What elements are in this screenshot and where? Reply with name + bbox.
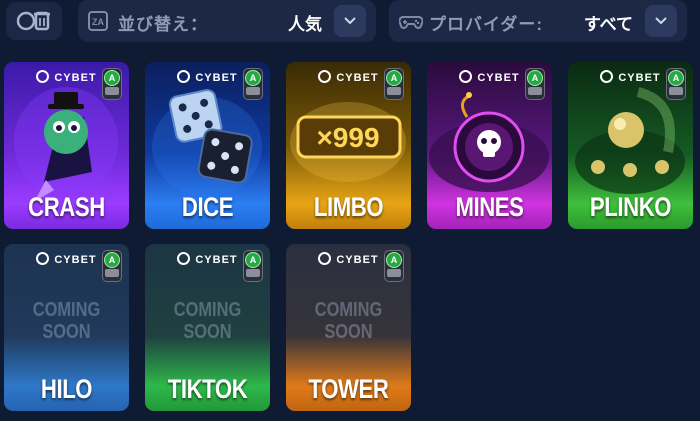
rtp-badge: A [666, 68, 686, 100]
game-card-plinko[interactable]: CYBET A PLINKO [568, 62, 693, 229]
gamepad-icon [399, 15, 423, 29]
sort-label: 並び替え： [118, 15, 208, 34]
game-title: MINES [455, 192, 524, 222]
game-card-crash[interactable]: CYBET A CRASH [4, 62, 129, 229]
rtp-badge: A [243, 68, 263, 100]
filter-toolbar: ZA 並び替え： 人気 プロバイダー: すべて [0, 0, 700, 46]
sort-dropdown-button[interactable] [334, 5, 366, 37]
coming-soon-label: COMING SOON [173, 299, 242, 343]
rtp-badge: A [243, 250, 263, 282]
game-card-tiktok[interactable]: CYBET A COMING SOON TIKTOK [145, 244, 270, 411]
sort-icon: ZA [88, 11, 108, 31]
clear-filters-icon [16, 11, 50, 31]
game-title: TIKTOK [167, 374, 248, 404]
rtp-badge: A [384, 250, 404, 282]
game-title: TOWER [308, 374, 389, 404]
game-card-limbo[interactable]: ×999 CYBET A LIMBO [286, 62, 411, 229]
game-card-mines[interactable]: CYBET A MINES [427, 62, 552, 229]
game-title: HILO [40, 374, 93, 404]
provider-dropdown-button[interactable] [645, 5, 677, 37]
provider-value: すべて [583, 15, 633, 34]
rtp-badge: A [102, 68, 122, 100]
chevron-down-icon [655, 17, 667, 25]
game-card-hilo[interactable]: CYBET A COMING SOON HILO [4, 244, 129, 411]
limbo-multiplier-text: ×999 [316, 122, 379, 153]
game-title: LIMBO [313, 192, 384, 222]
game-card-dice[interactable]: CYBET A DICE [145, 62, 270, 229]
svg-text:ZA: ZA [92, 17, 104, 27]
game-title: DICE [181, 192, 234, 222]
sort-filter[interactable]: ZA 並び替え： 人気 [78, 0, 376, 42]
game-card-tower[interactable]: CYBET A COMING SOON TOWER [286, 244, 411, 411]
sort-value: 人気 [288, 15, 322, 34]
game-title: CRASH [28, 192, 105, 222]
rtp-badge: A [525, 68, 545, 100]
game-title: PLINKO [589, 192, 672, 222]
coming-soon-label: COMING SOON [314, 299, 383, 343]
rtp-badge: A [384, 68, 404, 100]
provider-filter[interactable]: プロバイダー: すべて [389, 0, 687, 42]
rtp-badge: A [102, 250, 122, 282]
chevron-down-icon [344, 17, 356, 25]
clear-filters-button[interactable] [6, 2, 62, 40]
coming-soon-label: COMING SOON [32, 299, 101, 343]
provider-label: プロバイダー: [429, 15, 543, 34]
